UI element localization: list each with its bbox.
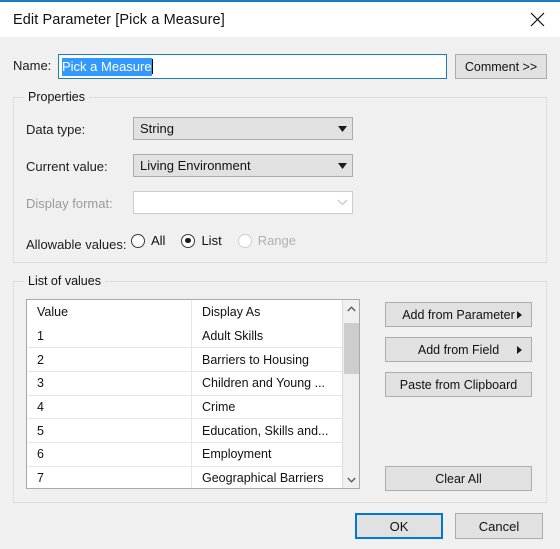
- values-table-body: Value Display As 1 Adult Skills 2 Barrie…: [27, 300, 343, 488]
- clear-all-button[interactable]: Clear All: [385, 466, 532, 491]
- paste-from-clipboard-label: Paste from Clipboard: [399, 377, 518, 392]
- cell-value: 2: [37, 352, 44, 367]
- add-from-field-label: Add from Field: [417, 342, 500, 357]
- column-header-value: Value: [37, 304, 69, 319]
- cell-display-as: Adult Skills: [191, 323, 343, 348]
- add-from-parameter-button[interactable]: Add from Parameter: [385, 302, 532, 327]
- paste-from-clipboard-button[interactable]: Paste from Clipboard: [385, 372, 532, 397]
- table-row[interactable]: 7 Geographical Barriers: [27, 465, 343, 488]
- radio-all-label: All: [151, 233, 166, 248]
- cell-value: 4: [37, 400, 44, 415]
- properties-group-title: Properties: [24, 90, 89, 104]
- radio-range-label: Range: [257, 233, 296, 248]
- table-row[interactable]: 1 Adult Skills: [27, 323, 343, 348]
- add-from-parameter-label: Add from Parameter: [402, 307, 515, 322]
- scrollbar-thumb[interactable]: [344, 323, 359, 374]
- dialog-title: Edit Parameter [Pick a Measure]: [13, 11, 225, 28]
- close-icon[interactable]: [514, 2, 560, 37]
- radio-circle-selected-icon: [181, 233, 196, 248]
- title-bar: Edit Parameter [Pick a Measure]: [0, 2, 560, 37]
- cell-display-as: Employment: [191, 443, 343, 466]
- name-input-value: Pick a Measure: [62, 57, 152, 76]
- chevron-up-icon[interactable]: [343, 300, 359, 317]
- chevron-down-icon: [332, 162, 352, 169]
- display-format-select: [133, 191, 353, 214]
- radio-circle-icon: [131, 233, 145, 248]
- cell-value: 6: [37, 447, 44, 462]
- list-of-values-group-title: List of values: [24, 274, 105, 288]
- cancel-button[interactable]: Cancel: [455, 513, 543, 539]
- current-value-select[interactable]: Living Environment: [133, 154, 353, 177]
- radio-list[interactable]: List: [181, 233, 222, 248]
- radio-circle-disabled-icon: [237, 233, 252, 248]
- edit-parameter-dialog: Edit Parameter [Pick a Measure] Name: Pi…: [0, 0, 560, 549]
- current-value-label: Current value:: [26, 159, 108, 174]
- caret-right-icon: [517, 345, 522, 354]
- radio-all[interactable]: All: [131, 233, 165, 248]
- caret-right-icon: [517, 310, 522, 319]
- current-value-value: Living Environment: [140, 158, 251, 173]
- vertical-scrollbar[interactable]: [342, 300, 359, 488]
- cell-value: 3: [37, 376, 44, 391]
- cell-display-as: Geographical Barriers: [191, 466, 343, 488]
- cell-display-as: Children and Young ...: [191, 372, 343, 395]
- display-format-label: Display format:: [26, 196, 113, 211]
- name-row: Name: Pick a Measure Comment >>: [0, 54, 560, 80]
- data-type-select[interactable]: String: [133, 117, 353, 140]
- text-caret: [151, 59, 153, 74]
- radio-range: Range: [237, 233, 296, 248]
- cell-value: 1: [37, 328, 44, 343]
- data-type-value: String: [140, 121, 174, 136]
- add-from-field-button[interactable]: Add from Field: [385, 337, 532, 362]
- values-table[interactable]: Value Display As 1 Adult Skills 2 Barrie…: [26, 299, 360, 489]
- radio-list-label: List: [201, 233, 222, 248]
- table-row[interactable]: 5 Education, Skills and...: [27, 418, 343, 443]
- column-header-display-as: Display As: [191, 300, 343, 324]
- clear-all-label: Clear All: [435, 471, 482, 486]
- name-label: Name:: [13, 58, 52, 73]
- cell-value: 7: [37, 471, 44, 486]
- cell-display-as: Education, Skills and...: [191, 419, 343, 443]
- data-type-label: Data type:: [26, 122, 86, 137]
- allowable-values-label: Allowable values:: [26, 237, 127, 252]
- table-row[interactable]: 2 Barriers to Housing: [27, 347, 343, 372]
- cell-display-as: Barriers to Housing: [191, 348, 343, 372]
- chevron-down-icon[interactable]: [343, 471, 359, 488]
- allowable-values-radio-group: All List Range: [131, 233, 312, 248]
- chevron-down-icon: [332, 199, 352, 206]
- table-header-row: Value Display As: [27, 300, 343, 324]
- cell-value: 5: [37, 423, 44, 438]
- table-row[interactable]: 3 Children and Young ...: [27, 371, 343, 395]
- chevron-down-icon: [332, 125, 352, 132]
- table-row[interactable]: 6 Employment: [27, 442, 343, 466]
- cell-display-as: Crime: [191, 395, 343, 419]
- table-row[interactable]: 4 Crime: [27, 394, 343, 419]
- ok-button[interactable]: OK: [355, 513, 443, 539]
- name-input[interactable]: Pick a Measure: [58, 54, 447, 79]
- comment-button[interactable]: Comment >>: [455, 54, 547, 79]
